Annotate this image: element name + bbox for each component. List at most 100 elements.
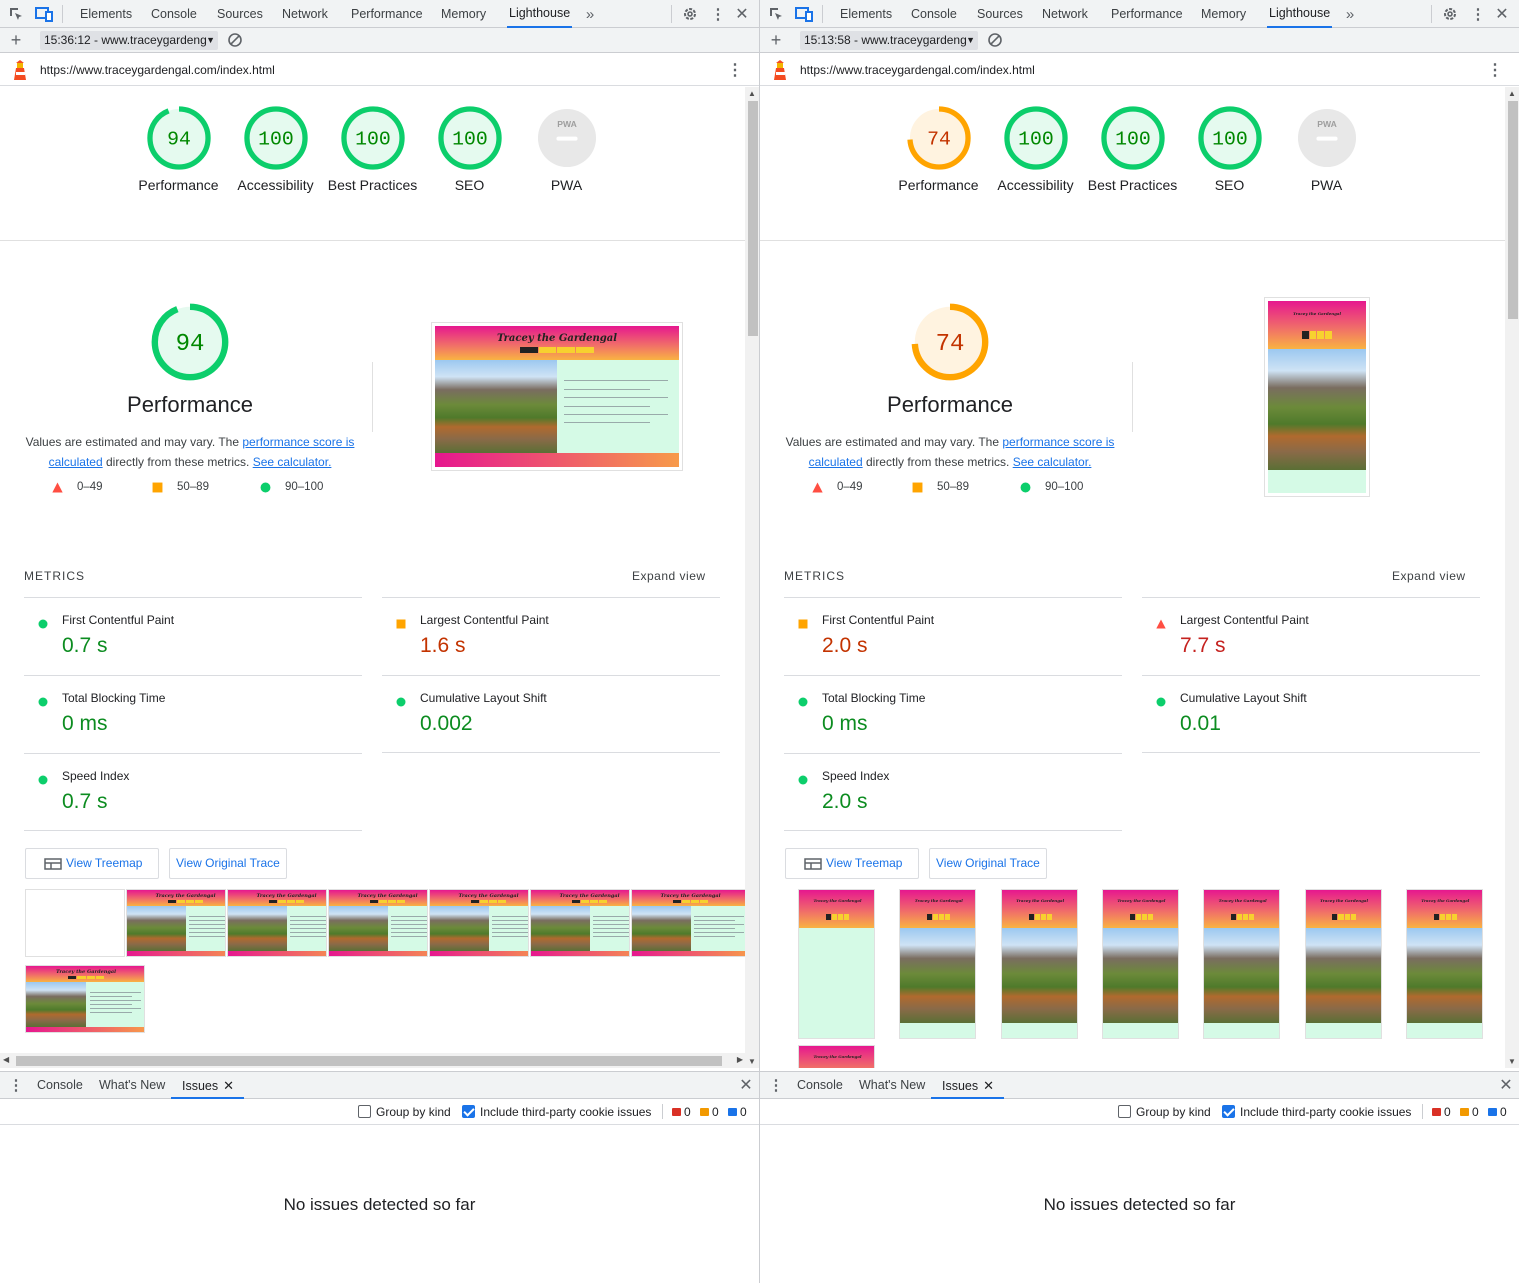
group-by-kind-checkbox[interactable] [1118,1105,1131,1118]
drawer-menu-kebab-icon[interactable]: ⋮ [6,1075,26,1095]
tab-console[interactable]: Console [151,0,197,28]
scroll-up-arrow-icon[interactable]: ▲ [1508,89,1516,98]
new-report-plus-icon[interactable]: + [6,30,26,50]
info-count[interactable]: 0 [1488,1105,1507,1119]
warning-count-icon [1460,1108,1469,1116]
clear-reports-icon[interactable] [985,30,1005,50]
inspect-element-icon[interactable] [766,4,786,24]
new-report-plus-icon[interactable]: + [766,30,786,50]
more-tabs-chevron-icon[interactable]: » [1340,4,1360,24]
device-toolbar-icon[interactable] [34,4,54,24]
close-devtools-icon[interactable]: ✕ [1492,4,1512,24]
close-drawer-icon[interactable]: ✕ [736,1075,756,1095]
scrollbar-thumb[interactable] [16,1056,722,1066]
tab-console[interactable]: Console [911,0,957,28]
include-third-party-checkbox[interactable] [462,1105,475,1118]
settings-gear-icon[interactable] [680,4,700,24]
close-tab-icon[interactable]: ✕ [223,1078,234,1093]
scroll-right-arrow-icon[interactable]: ▶ [737,1055,743,1064]
drawer-tab-console[interactable]: Console [797,1072,843,1099]
drawer-tab-issues[interactable]: Issues ✕ [171,1072,245,1099]
kebab-menu-icon[interactable]: ⋮ [1468,4,1488,24]
score-gauge-best-practices[interactable]: 100 Best Practices [1084,105,1181,195]
final-screenshot[interactable]: Tracey the Gardengal [1264,297,1370,497]
score-gauge-seo[interactable]: 100 SEO [421,105,518,195]
close-drawer-icon[interactable]: ✕ [1496,1075,1516,1095]
see-calculator-link[interactable]: See calculator. [1013,455,1092,469]
performance-summary: 94 Performance Values are estimated and ma… [0,302,380,472]
site-nav [1433,913,1457,921]
info-count[interactable]: 0 [728,1105,747,1119]
report-menu-kebab-icon[interactable]: ⋮ [1487,60,1503,80]
close-tab-icon[interactable]: ✕ [983,1078,994,1093]
drawer-tab-console[interactable]: Console [37,1072,83,1099]
score-gauge-seo[interactable]: 100 SEO [1181,105,1278,195]
see-calculator-link[interactable]: See calculator. [253,455,332,469]
scrollbar-thumb[interactable] [1508,101,1518,319]
tab-memory[interactable]: Memory [441,0,486,28]
report-url[interactable]: https://www.traceygardengal.com/index.ht… [800,63,1035,77]
inspect-element-icon[interactable] [6,4,26,24]
site-nav [520,347,594,354]
errors-count[interactable]: 0 [1432,1105,1451,1119]
close-devtools-icon[interactable]: ✕ [732,4,752,24]
tab-memory[interactable]: Memory [1201,0,1246,28]
group-by-kind-checkbox[interactable] [358,1105,371,1118]
score-gauge-best-practices[interactable]: 100 Best Practices [324,105,421,195]
score-gauge-pwa[interactable]: PWA PWA [1278,105,1375,195]
scrollbar-thumb[interactable] [748,101,758,336]
tab-performance[interactable]: Performance [1111,0,1183,28]
report-select-dropdown[interactable]: 15:13:58 - www.traceygardeng ▼ [800,31,978,50]
desc-text: Values are estimated and may vary. The [25,435,243,449]
site-thumbnail: Tracey the Gardengal [1001,890,1077,1038]
view-treemap-button[interactable]: View Treemap [25,848,160,879]
drawer-tab-what-s-new[interactable]: What's New [99,1072,165,1099]
scroll-left-arrow-icon[interactable]: ◀ [3,1055,9,1064]
score-gauge-performance[interactable]: 74 Performance [890,105,987,195]
tab-elements[interactable]: Elements [80,0,132,28]
more-tabs-chevron-icon[interactable]: » [580,4,600,24]
site-thumbnail: Tracey the Gardengal [26,966,144,1032]
gauge-ring: 100 [1197,106,1262,170]
tab-lighthouse[interactable]: Lighthouse [507,0,573,28]
errors-count[interactable]: 0 [672,1105,691,1119]
tab-sources[interactable]: Sources [977,0,1023,28]
drawer-tab-issues[interactable]: Issues ✕ [931,1072,1005,1099]
score-gauge-accessibility[interactable]: 100 Accessibility [227,105,324,195]
site-title: Tracey the Gardengal [155,893,216,900]
score-gauge-accessibility[interactable]: 100 Accessibility [987,105,1084,195]
view-treemap-button[interactable]: View Treemap [785,848,920,879]
scroll-down-arrow-icon[interactable]: ▼ [748,1057,756,1066]
tab-performance[interactable]: Performance [351,0,423,28]
tab-sources[interactable]: Sources [217,0,263,28]
report-url[interactable]: https://www.traceygardengal.com/index.ht… [40,63,275,77]
tab-elements[interactable]: Elements [840,0,892,28]
performance-description: Values are estimated and may vary. The p… [785,432,1115,472]
tab-network[interactable]: Network [1042,0,1088,28]
horizontal-scrollbar[interactable]: ◀ ▶ [0,1053,746,1068]
view-original-trace-button[interactable]: View Original Trace [169,848,287,879]
warnings-count[interactable]: 0 [1460,1105,1479,1119]
settings-gear-icon[interactable] [1440,4,1460,24]
score-gauge-pwa[interactable]: PWA PWA [518,105,615,195]
vertical-scrollbar[interactable]: ▲ ▼ [745,87,759,1068]
report-select-dropdown[interactable]: 15:36:12 - www.traceygardeng ▼ [40,31,218,50]
final-screenshot[interactable]: Tracey the Gardengal [431,322,683,471]
warnings-count[interactable]: 0 [700,1105,719,1119]
include-third-party-checkbox[interactable] [1222,1105,1235,1118]
report-menu-kebab-icon[interactable]: ⋮ [727,60,743,80]
score-gauge-performance[interactable]: 94 Performance [130,105,227,195]
scroll-up-arrow-icon[interactable]: ▲ [748,89,756,98]
scroll-down-arrow-icon[interactable]: ▼ [1508,1057,1516,1066]
clear-reports-icon[interactable] [225,30,245,50]
expand-view-button[interactable]: Expand view [632,569,706,583]
vertical-scrollbar[interactable]: ▲ ▼ [1505,87,1519,1068]
expand-view-button[interactable]: Expand view [1392,569,1466,583]
tab-network[interactable]: Network [282,0,328,28]
view-original-trace-button[interactable]: View Original Trace [929,848,1047,879]
device-toolbar-icon[interactable] [794,4,814,24]
tab-lighthouse[interactable]: Lighthouse [1267,0,1333,28]
drawer-menu-kebab-icon[interactable]: ⋮ [766,1075,786,1095]
drawer-tab-what-s-new[interactable]: What's New [859,1072,925,1099]
kebab-menu-icon[interactable]: ⋮ [708,4,728,24]
